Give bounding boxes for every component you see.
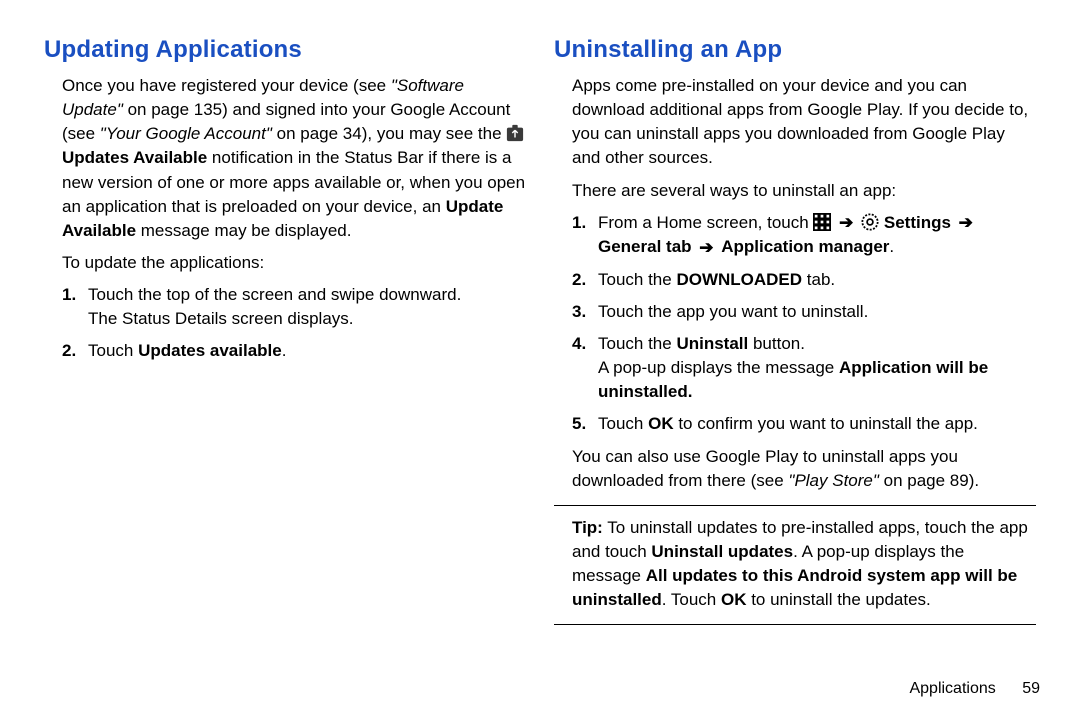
- general-tab-label: General tab: [598, 237, 692, 256]
- step-number: 1.: [62, 283, 76, 307]
- settings-gear-icon: [861, 213, 879, 231]
- page-number: 59: [1022, 680, 1040, 697]
- text: to uninstall the updates.: [746, 590, 930, 609]
- section-name: Applications: [909, 680, 995, 697]
- text: button.: [748, 334, 805, 353]
- step-number: 4.: [572, 332, 586, 356]
- text: Once you have registered your device (se…: [62, 76, 391, 95]
- updates-available-action: Updates available: [138, 341, 282, 360]
- ref-google-account: "Your Google Account": [100, 124, 272, 143]
- paragraph: Apps come pre-installed on your device a…: [572, 74, 1036, 171]
- text: on page 34), you may see the: [272, 124, 506, 143]
- list-item: 1. From a Home screen, touch ➔ Settings …: [598, 211, 1036, 260]
- text: Touch: [598, 414, 648, 433]
- right-column: Uninstalling an App Apps come pre-instal…: [540, 36, 1050, 710]
- text: tab.: [802, 270, 835, 289]
- steps-list-right: 1. From a Home screen, touch ➔ Settings …: [554, 211, 1036, 437]
- paragraph: There are several ways to uninstall an a…: [572, 179, 1036, 203]
- uninstall-button-label: Uninstall: [676, 334, 748, 353]
- ref-play-store: "Play Store": [788, 471, 879, 490]
- step-number: 5.: [572, 412, 586, 436]
- tip-label: Tip:: [572, 518, 603, 537]
- text: Touch the app you want to uninstall.: [598, 302, 868, 321]
- text: Touch the: [598, 334, 676, 353]
- heading-uninstalling-an-app: Uninstalling an App: [554, 36, 1036, 64]
- text: From a Home screen, touch: [598, 213, 813, 232]
- arrow-icon: ➔: [699, 236, 713, 260]
- list-item: 4. Touch the Uninstall button. A pop-up …: [598, 332, 1036, 404]
- list-item: 3. Touch the app you want to uninstall.: [598, 300, 1036, 324]
- step-number: 1.: [572, 211, 586, 235]
- text: .: [282, 341, 287, 360]
- left-column: Updating Applications Once you have regi…: [30, 36, 540, 710]
- step-number: 3.: [572, 300, 586, 324]
- application-manager-label: Application manager: [721, 237, 889, 256]
- list-item: 2. Touch the DOWNLOADED tab.: [598, 268, 1036, 292]
- text: on page 89).: [879, 471, 979, 490]
- arrow-icon: ➔: [839, 211, 853, 235]
- uninstall-updates-label: Uninstall updates: [651, 542, 793, 561]
- text: A pop-up displays the message: [598, 358, 839, 377]
- updates-available-icon: [506, 124, 524, 142]
- ok-label: OK: [648, 414, 674, 433]
- updates-available-label: Updates Available: [62, 148, 207, 167]
- horizontal-rule: [554, 505, 1036, 506]
- text: The Status Details screen displays.: [88, 309, 354, 328]
- step-number: 2.: [62, 339, 76, 363]
- ok-label: OK: [721, 590, 747, 609]
- intro-paragraph: Once you have registered your device (se…: [62, 74, 526, 243]
- text: message may be displayed.: [136, 221, 351, 240]
- text: . Touch: [662, 590, 721, 609]
- list-item: 2. Touch Updates available.: [88, 339, 526, 363]
- paragraph: You can also use Google Play to uninstal…: [572, 445, 1036, 493]
- to-update-label: To update the applications:: [62, 251, 526, 275]
- tip-paragraph: Tip: To uninstall updates to pre-install…: [554, 516, 1036, 613]
- arrow-icon: ➔: [959, 211, 973, 235]
- text: to confirm you want to uninstall the app…: [674, 414, 978, 433]
- steps-list-left: 1. Touch the top of the screen and swipe…: [44, 283, 526, 363]
- text: Touch the: [598, 270, 676, 289]
- manual-page: Updating Applications Once you have regi…: [0, 0, 1080, 720]
- horizontal-rule: [554, 624, 1036, 625]
- list-item: 5. Touch OK to confirm you want to unins…: [598, 412, 1036, 436]
- step-number: 2.: [572, 268, 586, 292]
- settings-label: Settings: [884, 213, 951, 232]
- page-footer: Applications 59: [909, 680, 1040, 698]
- text: .: [889, 237, 894, 256]
- downloaded-tab-label: DOWNLOADED: [676, 270, 802, 289]
- apps-grid-icon: [813, 213, 831, 231]
- text: Touch the top of the screen and swipe do…: [88, 285, 461, 304]
- list-item: 1. Touch the top of the screen and swipe…: [88, 283, 526, 331]
- heading-updating-applications: Updating Applications: [44, 36, 526, 64]
- text: Touch: [88, 341, 138, 360]
